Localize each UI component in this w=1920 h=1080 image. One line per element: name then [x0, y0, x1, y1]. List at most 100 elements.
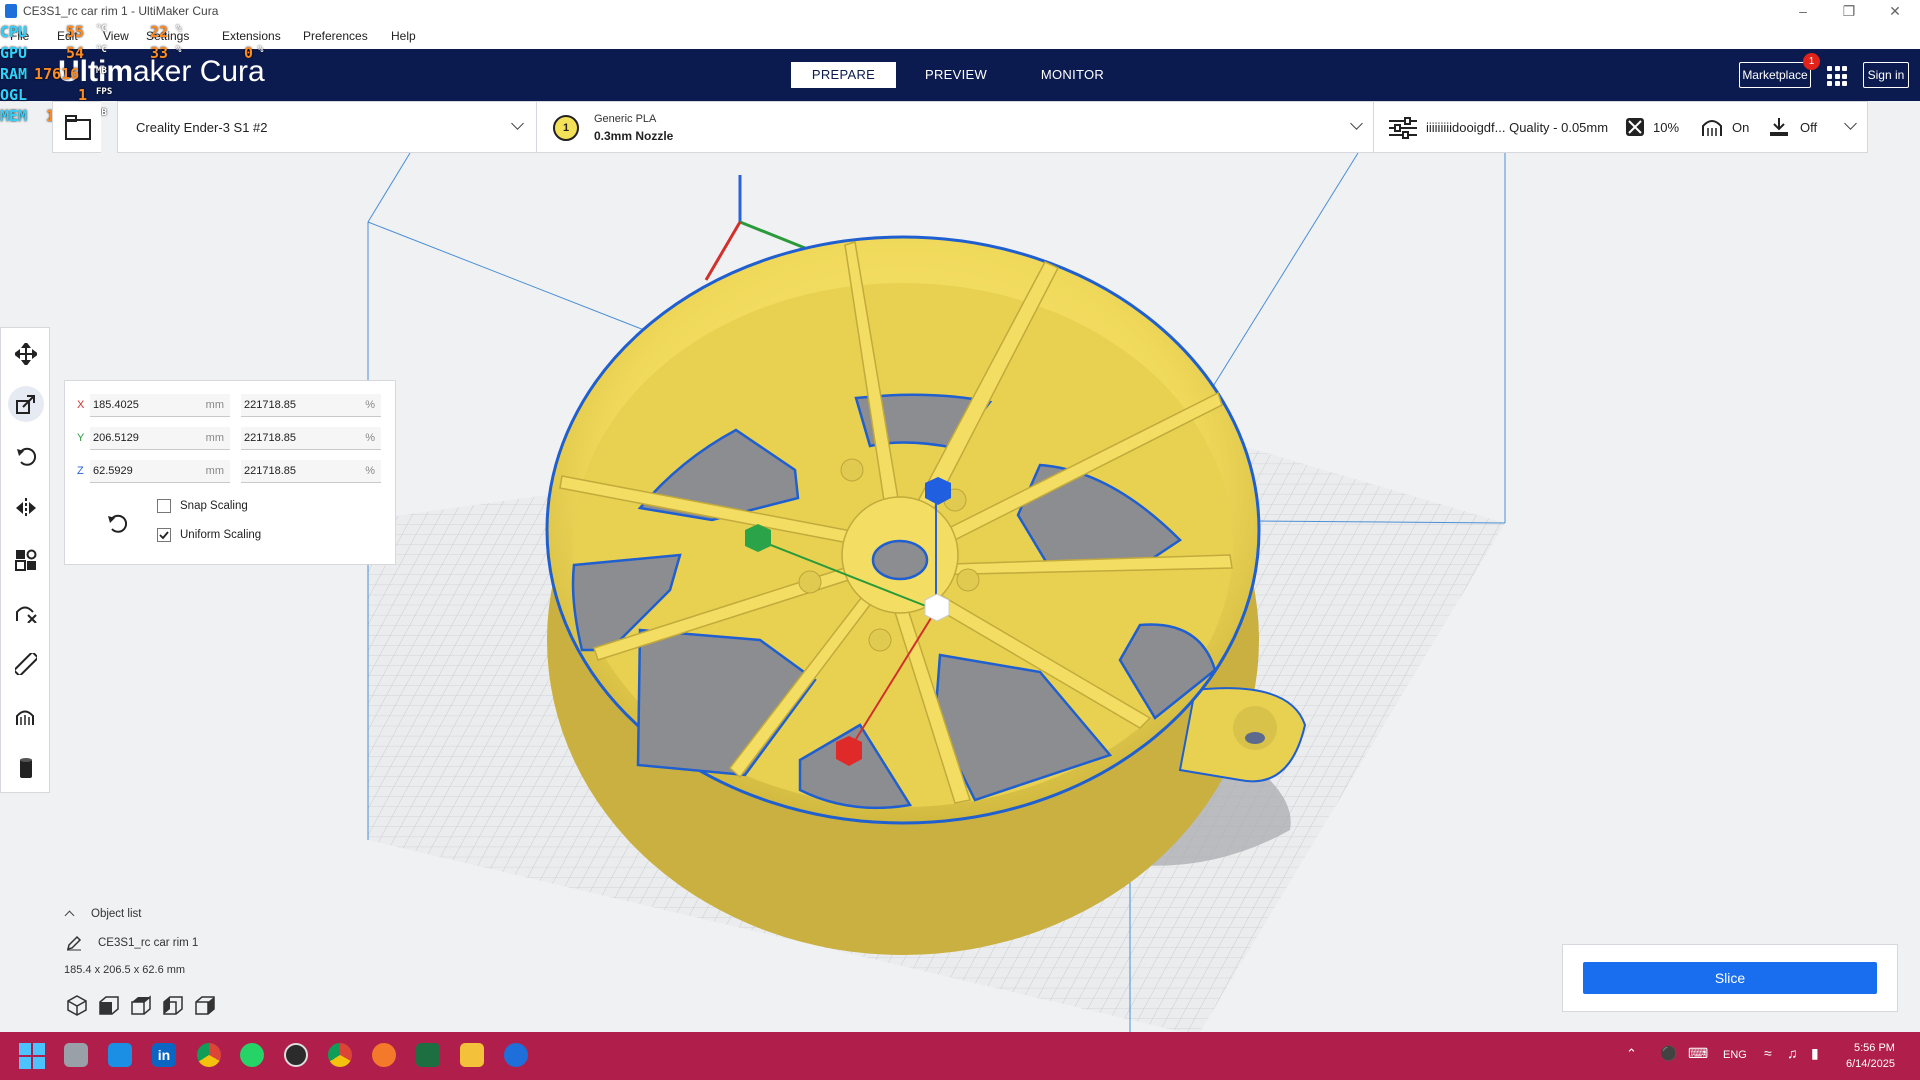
explorer-icon[interactable] — [460, 1043, 484, 1067]
chevron-up-icon[interactable]: ⌃ — [1626, 1046, 1637, 1062]
print-settings-selector[interactable]: iiiiiiiiidooigdf... Quality - 0.05mm 10%… — [1373, 101, 1868, 153]
x-axis-label: X — [77, 399, 85, 411]
menu-bar: File Edit View Settings Extensions Prefe… — [0, 23, 1920, 49]
cylinder-icon — [20, 758, 32, 778]
menu-help[interactable]: Help — [391, 29, 416, 43]
infill-value: 10% — [1653, 120, 1680, 135]
scale-panel: X 185.4025 mm 221718.85% Y 206.5129 mm 221… — [64, 380, 396, 565]
tool-panel — [0, 327, 50, 793]
pencil-icon — [66, 935, 82, 951]
menu-extensions[interactable]: Extensions — [222, 29, 281, 43]
marketplace-button[interactable]: Marketplace — [1739, 62, 1811, 88]
excel-icon[interactable] — [416, 1043, 440, 1067]
chrome-icon[interactable] — [197, 1043, 221, 1067]
outlook-icon[interactable] — [108, 1043, 132, 1067]
support-value: On — [1732, 120, 1750, 135]
print-profile: iiiiiiiiidooigdf... Quality - 0.05mm — [1426, 120, 1609, 135]
linkedin-icon[interactable]: in — [152, 1043, 176, 1067]
scale-handle-uniform[interactable] — [924, 593, 950, 622]
perf-ram: 17616 — [34, 65, 80, 83]
reset-scale-icon[interactable] — [106, 512, 128, 534]
top-view-icon[interactable] — [130, 994, 152, 1016]
clock-time[interactable]: 5:56 PM — [1854, 1042, 1895, 1054]
blender-icon[interactable] — [372, 1043, 396, 1067]
perf-cpu-load: 22 — [150, 23, 169, 41]
rotate-tool[interactable] — [8, 438, 44, 474]
object-list-title: Object list — [91, 908, 142, 920]
left-view-icon[interactable] — [162, 994, 184, 1016]
battery-icon[interactable]: ▮ — [1811, 1045, 1819, 1062]
language-indicator[interactable]: ENG — [1723, 1049, 1747, 1061]
chevron-down-icon — [1844, 117, 1857, 130]
minimize-button[interactable]: – — [1780, 0, 1826, 23]
tab-preview[interactable]: PREVIEW — [910, 62, 1002, 88]
extruder-badge: 1 — [553, 115, 579, 141]
wifi-icon[interactable]: ≈ — [1764, 1045, 1772, 1061]
restore-button[interactable]: ❐ — [1826, 0, 1872, 23]
chevron-down-icon — [1350, 117, 1363, 130]
sign-in-button[interactable]: Sign in — [1863, 62, 1909, 88]
scale-handle-y[interactable] — [745, 524, 771, 552]
tab-prepare[interactable]: PREPARE — [791, 62, 896, 88]
infill-icon — [1626, 118, 1644, 136]
snap-scaling-label: Snap Scaling — [180, 500, 248, 512]
obs-icon[interactable] — [284, 1043, 308, 1067]
open-file-area[interactable] — [52, 101, 101, 153]
cura-app-icon — [5, 4, 17, 18]
close-button[interactable]: ✕ — [1872, 0, 1918, 23]
microphone-icon[interactable]: ⚫ — [1660, 1045, 1677, 1062]
measure-tool[interactable] — [8, 646, 44, 682]
mirror-tool[interactable] — [8, 490, 44, 526]
tab-monitor[interactable]: MONITOR — [1025, 62, 1120, 88]
paint-tool[interactable] — [8, 698, 44, 734]
uniform-scaling-checkbox[interactable] — [157, 528, 171, 542]
front-view-icon[interactable] — [98, 994, 120, 1016]
whatsapp-icon[interactable] — [240, 1043, 264, 1067]
y-percent-field[interactable]: 221718.85% — [241, 427, 381, 450]
x-percent-field[interactable]: 221718.85% — [241, 394, 381, 417]
y-mm-field[interactable]: 206.5129 mm — [90, 427, 230, 450]
windows-start-icon[interactable] — [19, 1043, 45, 1069]
adhesion-value: Off — [1800, 120, 1818, 135]
scale-tool[interactable] — [8, 386, 44, 422]
open-file-icon[interactable] — [63, 112, 93, 142]
view-orientation-buttons — [66, 994, 226, 1018]
object-dimensions: 185.4 x 206.5 x 62.6 mm — [64, 964, 186, 976]
perf-gpu-temp: 54 — [66, 44, 85, 62]
support-blocker-icon — [16, 606, 37, 623]
mirror-icon — [16, 498, 36, 518]
3d-view-icon[interactable] — [66, 994, 88, 1016]
rotate-icon — [17, 447, 37, 466]
slice-button[interactable]: Slice — [1583, 962, 1877, 994]
per-model-settings-tool[interactable] — [8, 542, 44, 578]
z-percent-field[interactable]: 221718.85% — [241, 460, 381, 483]
clock-date[interactable]: 6/14/2025 — [1846, 1058, 1895, 1070]
settings-sliders-icon — [1389, 117, 1417, 139]
snap-scaling-checkbox[interactable] — [157, 499, 171, 513]
chrome-profile-icon[interactable] — [328, 1043, 352, 1067]
apps-grid-icon[interactable] — [1827, 66, 1847, 86]
scale-icon — [16, 395, 35, 414]
printer-selector[interactable]: Creality Ender-3 S1 #2 — [117, 101, 537, 153]
perf-label-ram: RAM — [0, 65, 28, 83]
marketplace-badge: 1 — [1803, 53, 1820, 70]
keyboard-icon[interactable]: ⌨ — [1688, 1045, 1708, 1062]
material-name: Generic PLA — [594, 113, 657, 125]
volume-icon[interactable]: ♫ — [1787, 1045, 1798, 1061]
support-blocker-tool[interactable] — [8, 594, 44, 630]
file-manager-icon[interactable] — [64, 1043, 88, 1067]
ruler-icon — [15, 653, 37, 675]
paint-icon — [16, 710, 34, 725]
z-mm-field[interactable]: 62.5929 mm — [90, 460, 230, 483]
y-axis-label: Y — [77, 432, 85, 444]
right-view-icon[interactable] — [194, 994, 216, 1016]
menu-preferences[interactable]: Preferences — [303, 29, 368, 43]
viewport-3d[interactable] — [0, 101, 1920, 1032]
cura-taskbar-icon[interactable] — [504, 1043, 528, 1067]
perf-cpu-temp: 55 — [66, 23, 85, 41]
title-bar: CE3S1_rc car rim 1 - UltiMaker Cura – ❐ … — [0, 0, 1920, 23]
x-mm-field[interactable]: 185.4025 mm — [90, 394, 230, 417]
move-tool[interactable] — [8, 336, 44, 372]
material-selector[interactable]: 1 Generic PLA 0.3mm Nozzle — [536, 101, 1374, 153]
cylinder-tool[interactable] — [8, 750, 44, 786]
